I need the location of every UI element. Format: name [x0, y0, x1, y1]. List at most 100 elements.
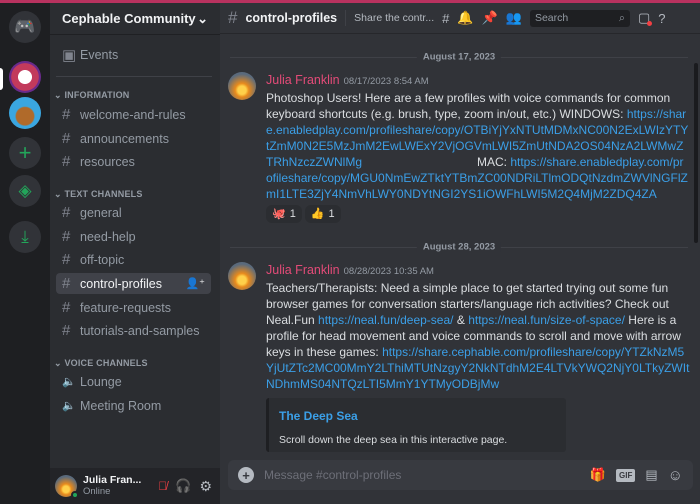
- channel-label: Meeting Room: [80, 398, 162, 413]
- channel-label: need-help: [80, 229, 136, 244]
- user-status: Online: [83, 486, 111, 497]
- chat-area: # control-profiles Share the contr... # …: [220, 3, 700, 504]
- channel-label: off-topic: [80, 252, 125, 267]
- message: Julia Franklin 08/28/2023 10:35 AM Teache…: [228, 262, 690, 452]
- channel-topic[interactable]: Share the contr...: [354, 12, 434, 24]
- scrollbar[interactable]: [694, 63, 698, 243]
- gif-icon[interactable]: GIF: [616, 468, 636, 482]
- reaction-count: 1: [328, 208, 335, 220]
- muted-mic-icon[interactable]: 🎙̸: [158, 479, 167, 493]
- message-text: Photoshop Users! Here are a few profiles…: [266, 91, 671, 121]
- hash-icon: #: [62, 299, 71, 316]
- online-status-dot: [71, 491, 79, 499]
- headphones-icon[interactable]: 🎧: [175, 478, 191, 494]
- message-composer[interactable]: + Message #control-profiles 🎁 GIF ▤ ☺: [228, 460, 693, 490]
- user-avatar[interactable]: [55, 475, 79, 499]
- message-link[interactable]: https://neal.fun/size-of-space/: [468, 313, 625, 327]
- message-link[interactable]: https://neal.fun/deep-sea/: [318, 313, 453, 327]
- server-rail: 🎮 + ◈ ⤓: [0, 3, 50, 504]
- reaction-count: 1: [289, 208, 296, 220]
- cephable-server-icon[interactable]: [9, 61, 41, 93]
- channel-control-profiles[interactable]: # control-profiles 👤⁺: [56, 273, 211, 294]
- search-icon: ⌕: [619, 11, 625, 24]
- message-text: MAC:: [477, 155, 507, 169]
- channel-label: general: [80, 205, 122, 220]
- voice-channel-meeting-room[interactable]: 🔈 Meeting Room: [56, 395, 211, 416]
- divider: [345, 10, 347, 26]
- inbox-icon[interactable]: ▢: [638, 10, 653, 26]
- channel-label: Lounge: [80, 374, 122, 389]
- category-text-channels[interactable]: ⌄ TEXT CHANNELS: [54, 189, 143, 200]
- channel-title: control-profiles: [245, 11, 338, 25]
- reaction-octopus[interactable]: 🐙 1: [266, 205, 302, 223]
- author-avatar[interactable]: [228, 262, 256, 290]
- channel-resources[interactable]: # resources: [56, 151, 211, 172]
- gift-icon[interactable]: 🎁: [590, 467, 606, 483]
- add-server-icon[interactable]: +: [9, 137, 41, 169]
- pin-icon[interactable]: 📌: [482, 10, 498, 26]
- search-input[interactable]: Search ⌕: [529, 9, 630, 27]
- channel-label: tutorials-and-samples: [80, 323, 200, 338]
- author-name[interactable]: Julia Franklin: [266, 73, 340, 87]
- channel-header: # control-profiles Share the contr... # …: [220, 3, 700, 34]
- channel-off-topic[interactable]: # off-topic: [56, 249, 211, 270]
- speaker-icon: 🔈: [62, 400, 76, 412]
- date-label: August 17, 2023: [416, 51, 502, 63]
- thumbs-up-emoji-icon: 👍: [310, 208, 325, 220]
- hash-icon: #: [62, 130, 71, 147]
- date-label: August 28, 2023: [416, 241, 502, 253]
- channel-label: welcome-and-rules: [80, 107, 186, 122]
- explore-icon[interactable]: ◈: [9, 175, 41, 207]
- channel-announcements[interactable]: # announcements: [56, 128, 211, 149]
- reaction-thumbs-up[interactable]: 👍 1: [304, 205, 341, 223]
- server-name: Cephable Community: [62, 11, 196, 26]
- channel-label: control-profiles: [80, 276, 162, 291]
- download-icon[interactable]: ⤓: [9, 221, 41, 253]
- events-item[interactable]: ▣ Events: [56, 44, 211, 65]
- message-content: Photoshop Users! Here are a few profiles…: [266, 90, 690, 202]
- invite-member-icon[interactable]: 👤⁺: [185, 277, 205, 290]
- author-avatar[interactable]: [228, 72, 256, 100]
- help-icon[interactable]: ?: [658, 11, 665, 26]
- speaker-icon: 🔈: [62, 376, 76, 388]
- channel-sidebar: Cephable Community ⌄ ▣ Events ⌄ INFORMATIO…: [50, 3, 220, 504]
- author-name[interactable]: Julia Franklin: [266, 263, 340, 277]
- timestamp: 08/17/2023 8:54 AM: [343, 76, 429, 87]
- link-embed: The Deep Sea Scroll down the deep sea in…: [266, 398, 566, 452]
- channel-tutorials-and-samples[interactable]: # tutorials-and-samples: [56, 320, 211, 341]
- category-label: TEXT CHANNELS: [64, 189, 143, 199]
- server-header[interactable]: Cephable Community ⌄: [50, 3, 220, 35]
- discord-home-icon[interactable]: 🎮: [9, 11, 41, 43]
- search-placeholder: Search: [534, 12, 569, 24]
- hash-icon: #: [62, 106, 71, 123]
- category-information[interactable]: ⌄ INFORMATION: [54, 90, 129, 101]
- gear-icon[interactable]: ⚙: [199, 478, 212, 495]
- community-server-icon[interactable]: [9, 97, 41, 129]
- hash-icon: #: [62, 322, 71, 339]
- embed-title[interactable]: The Deep Sea: [279, 408, 556, 424]
- calendar-icon: ▣: [62, 46, 77, 64]
- channel-label: resources: [80, 154, 135, 169]
- hash-icon: #: [62, 228, 71, 245]
- voice-channel-lounge[interactable]: 🔈 Lounge: [56, 371, 211, 392]
- message-input[interactable]: Message #control-profiles: [264, 468, 580, 482]
- channel-need-help[interactable]: # need-help: [56, 226, 211, 247]
- channel-welcome-and-rules[interactable]: # welcome-and-rules: [56, 104, 211, 125]
- user-panel: Julia Fran... Online 🎙̸ 🎧 ⚙: [50, 468, 220, 504]
- sticker-icon[interactable]: ▤: [645, 467, 657, 483]
- message-content: Teachers/Therapists: Need a simple place…: [266, 280, 690, 392]
- add-attachment-icon[interactable]: +: [238, 467, 254, 483]
- hash-icon: #: [228, 8, 238, 27]
- bell-icon[interactable]: 🔔: [457, 10, 473, 26]
- selected-indicator: [0, 68, 3, 90]
- message: Julia Franklin 08/17/2023 8:54 AM Photosh…: [228, 72, 690, 223]
- channel-general[interactable]: # general: [56, 202, 211, 223]
- members-icon[interactable]: 👥: [506, 10, 522, 26]
- category-voice-channels[interactable]: ⌄ VOICE CHANNELS: [54, 358, 148, 369]
- threads-icon[interactable]: #: [442, 11, 449, 26]
- hash-icon: #: [62, 153, 71, 170]
- emoji-icon[interactable]: ☺: [668, 467, 683, 484]
- message-text: &: [456, 313, 465, 327]
- channel-feature-requests[interactable]: # feature-requests: [56, 297, 211, 318]
- divider: [56, 76, 212, 77]
